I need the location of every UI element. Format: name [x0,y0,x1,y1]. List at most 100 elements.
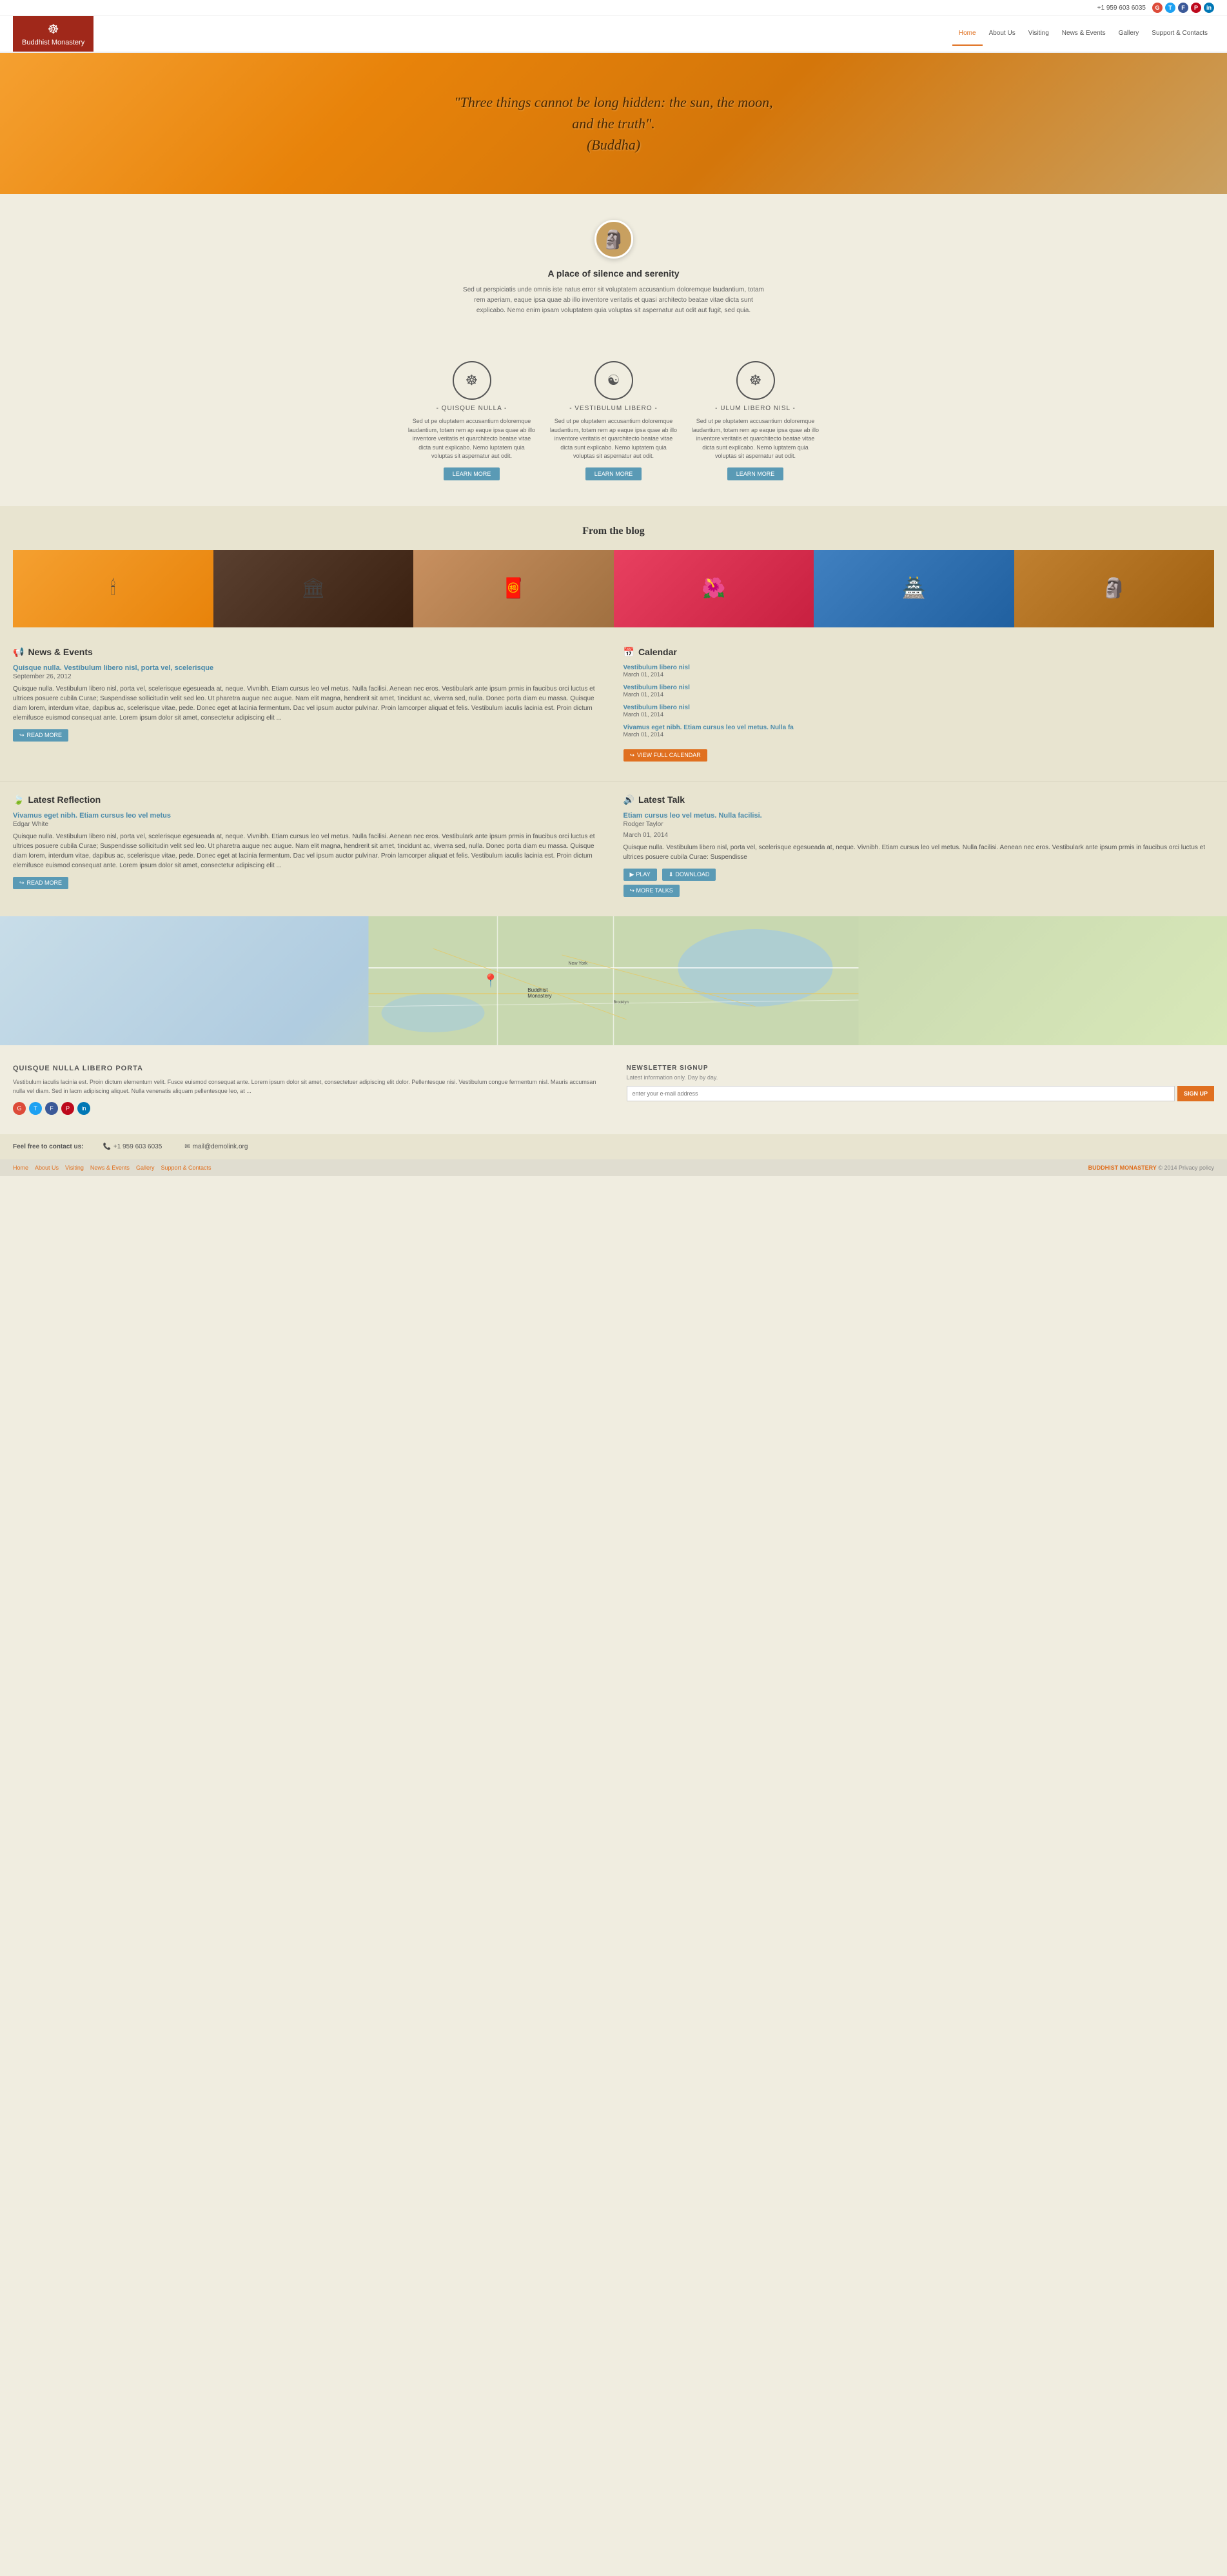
talk-headline[interactable]: Etiam cursus leo vel metus. Nulla facili… [623,812,1215,820]
contact-label: Feel free to contact us: [13,1143,83,1150]
feature-2-icon: ☯ [594,361,633,400]
news-col: 📢 News & Events Quisque nulla. Vestibulu… [13,647,604,762]
calendar-title: 📅 Calendar [623,647,1215,658]
cal-link-3[interactable]: Vestibulum libero nisl [623,704,1215,711]
email-icon: ✉ [184,1143,190,1150]
svg-text:Brooklyn: Brooklyn [614,1001,629,1005]
cal-link-1[interactable]: Vestibulum libero nisl [623,664,1215,671]
footer-nav-home[interactable]: Home [13,1165,28,1171]
feature-1-learn-btn[interactable]: LEARN MORE [444,467,500,480]
feature-1-label: - QUISQUE NULLA - [407,405,536,412]
blog-img-3[interactable]: 🧧 [413,550,614,627]
footer-copyright: BUDDHIST MONASTERY © 2014 Privacy policy [1088,1165,1214,1171]
hero-content: "Three things cannot be long hidden: the… [453,92,775,155]
feature-2: ☯ - VESTIBULUM LIBERO - Sed ut pe olupta… [549,361,678,480]
footer-nav: Home About Us Visiting News & Events Gal… [13,1165,211,1171]
pinterest-icon[interactable]: P [1191,3,1201,13]
cal-date-1: March 01, 2014 [623,671,1215,678]
news-title: 📢 News & Events [13,647,604,658]
more-talks-btn[interactable]: ↪ MORE TALKS [623,885,680,897]
talk-title: 🔊 Latest Talk [623,794,1215,805]
feature-3-learn-btn[interactable]: LEARN MORE [727,467,784,480]
newsletter-email-input[interactable] [627,1086,1175,1101]
nav-support[interactable]: Support & Contacts [1145,22,1214,46]
download-btn[interactable]: ⬇ DOWNLOAD [662,869,716,881]
footer-social: G T F P in [13,1102,601,1115]
reflection-author: Edgar White [13,821,604,828]
megaphone-icon: 📢 [13,647,24,658]
footer-nav-support[interactable]: Support & Contacts [161,1165,211,1171]
social-icons: G T F P in [1152,3,1214,13]
feature-3-icon: ☸ [736,361,775,400]
blog-images: 🕯 🏛 🧧 🌺 🏯 🗿 [13,550,1214,627]
svg-text:New York: New York [569,961,588,966]
footer-twitter-icon[interactable]: T [29,1102,42,1115]
footer-nav-gallery[interactable]: Gallery [136,1165,155,1171]
view-calendar-btn[interactable]: ↪ VIEW FULL CALENDAR [623,749,707,762]
play-btn[interactable]: ▶ PLAY [623,869,657,881]
cal-link-2[interactable]: Vestibulum libero nisl [623,684,1215,691]
google-plus-icon[interactable]: G [1152,3,1163,13]
blog-img-4[interactable]: 🌺 [614,550,814,627]
hero-section: "Three things cannot be long hidden: the… [0,53,1227,194]
nav-visiting[interactable]: Visiting [1022,22,1055,46]
footer-nav-visiting[interactable]: Visiting [65,1165,84,1171]
map-pin: 📍 [483,972,499,988]
main-nav: ☸ Buddhist Monastery Home About Us Visit… [0,16,1227,53]
cal-item-4: Vivamus eget nibh. Etiam cursus leo vel … [623,724,1215,738]
talk-text: Quisque nulla. Vestibulum libero nisl, p… [623,843,1215,862]
twitter-icon[interactable]: T [1165,3,1175,13]
nav-home[interactable]: Home [952,22,983,46]
blog-title: From the blog [13,526,1214,537]
footer-nav-about[interactable]: About Us [35,1165,59,1171]
blog-img-2[interactable]: 🏛 [213,550,414,627]
footer-brand: BUDDHIST MONASTERY [1088,1165,1157,1171]
footer-google-icon[interactable]: G [13,1102,26,1115]
feature-3-text: Sed ut pe oluptatem accusantium doloremq… [691,417,820,461]
news-read-more-btn[interactable]: ↪ READ MORE [13,729,68,742]
reflection-headline[interactable]: Vivamus eget nibh. Etiam cursus leo vel … [13,812,604,820]
nav-gallery[interactable]: Gallery [1112,22,1146,46]
footer-col-1-title: Quisque nulla libero porta [13,1065,601,1072]
news-date: September 26, 2012 [13,673,604,680]
feature-1-text: Sed ut pe oluptatem accusantium doloremq… [407,417,536,461]
footer-col-2: NEWSLETTER SIGNUP Latest information onl… [627,1065,1215,1116]
feature-2-label: - VESTIBULUM LIBERO - [549,405,678,412]
footer-nav-news[interactable]: News & Events [90,1165,130,1171]
nav-about[interactable]: About Us [983,22,1022,46]
nav-links: Home About Us Visiting News & Events Gal… [952,22,1214,46]
feature-2-learn-btn[interactable]: LEARN MORE [585,467,642,480]
top-phone: +1 959 603 6035 [1097,5,1146,12]
speaker-icon: 🔊 [623,794,634,805]
calendar-icon: 📅 [623,647,634,658]
blog-img-6[interactable]: 🗿 [1014,550,1215,627]
news-headline[interactable]: Quisque nulla. Vestibulum libero nisl, p… [13,664,604,672]
reflection-talk-section: 🍃 Latest Reflection Vivamus eget nibh. E… [0,781,1227,916]
footer-facebook-icon[interactable]: F [45,1102,58,1115]
blog-img-1[interactable]: 🕯 [13,550,213,627]
footer-col-1: Quisque nulla libero porta Vestibulum ia… [13,1065,601,1116]
map-roads-svg: New York Brooklyn [0,916,1227,1045]
silence-title: A place of silence and serenity [13,268,1214,279]
linkedin-icon[interactable]: in [1204,3,1214,13]
talk-col: 🔊 Latest Talk Etiam cursus leo vel metus… [623,794,1215,897]
talk-date: March 01, 2014 [623,832,1215,839]
footer-pinterest-icon[interactable]: P [61,1102,74,1115]
calendar-col: 📅 Calendar Vestibulum libero nisl March … [623,647,1215,762]
feature-2-text: Sed ut pe oluptatem accusantium doloremq… [549,417,678,461]
cal-link-4[interactable]: Vivamus eget nibh. Etiam cursus leo vel … [623,724,1215,731]
blog-img-5[interactable]: 🏯 [814,550,1014,627]
leaf-icon: 🍃 [13,794,24,805]
logo[interactable]: ☸ Buddhist Monastery [13,16,93,52]
nav-news[interactable]: News & Events [1055,22,1112,46]
footer-linkedin-icon[interactable]: in [77,1102,90,1115]
reflection-text: Quisque nulla. Vestibulum libero nisl, p… [13,832,604,870]
cal-date-2: March 01, 2014 [623,691,1215,698]
map-section[interactable]: New York Brooklyn 📍 BuddhistMonastery [0,916,1227,1045]
news-calendar-section: 📢 News & Events Quisque nulla. Vestibulu… [0,627,1227,781]
signup-button[interactable]: SIGN UP [1177,1086,1214,1101]
reflection-read-more-btn[interactable]: ↪ READ MORE [13,877,68,889]
facebook-icon[interactable]: F [1178,3,1188,13]
newsletter-form: SIGN UP [627,1086,1215,1101]
hero-quote: "Three things cannot be long hidden: the… [453,92,775,155]
